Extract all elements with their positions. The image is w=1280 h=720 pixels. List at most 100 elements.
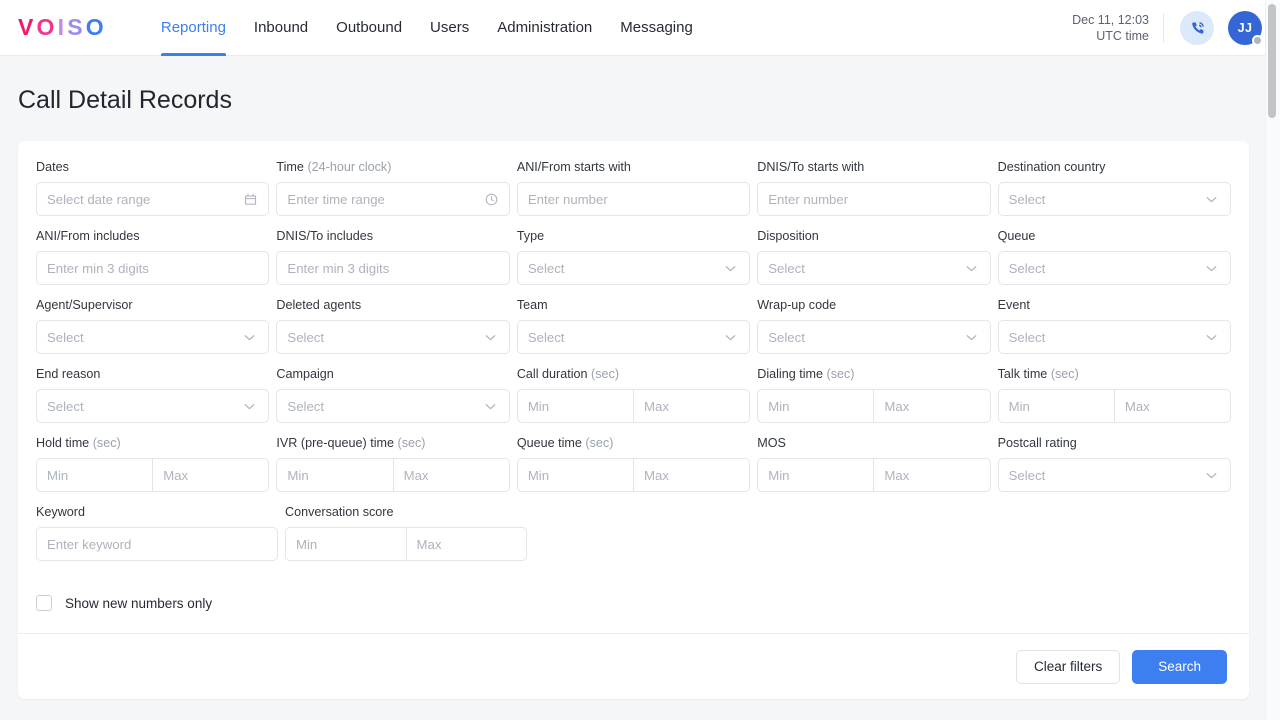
clear-filters-button[interactable]: Clear filters <box>1015 649 1121 684</box>
hold-time-min-input[interactable]: Min <box>36 458 153 492</box>
chevron-down-icon[interactable] <box>963 329 980 346</box>
range-control-queue-time: Min Max <box>516 458 751 492</box>
event-select[interactable]: Select <box>997 320 1232 354</box>
range-control-conversation-score: Min Max <box>285 527 527 561</box>
ani-from-includes-input[interactable]: Enter min 3 digits <box>36 251 270 285</box>
chevron-down-icon[interactable] <box>1203 260 1220 277</box>
nav-item-inbound[interactable]: Inbound <box>254 0 308 56</box>
dnis-to-includes-input[interactable]: Enter min 3 digits <box>276 251 510 285</box>
chevron-down-icon[interactable] <box>722 329 739 346</box>
mos-max-input[interactable]: Max <box>873 458 991 492</box>
agent-supervisor-select[interactable]: Select <box>36 320 270 354</box>
clock-icon[interactable] <box>484 192 499 207</box>
show-new-numbers-only-label[interactable]: Show new numbers only <box>65 596 212 611</box>
filter-row: Keyword Enter keyword Conversation score Mi… <box>36 504 1231 573</box>
filter-label-text: IVR (pre-queue) time <box>276 436 394 450</box>
type-select[interactable]: Select <box>516 251 751 285</box>
filter-row: End reason Select Campaign Select Call durat… <box>36 366 1232 435</box>
call-duration-min-input[interactable]: Min <box>516 389 634 423</box>
filter-field-end-reason: End reason Select <box>36 366 270 423</box>
campaign-select[interactable]: Select <box>276 389 510 423</box>
deleted-agents-select[interactable]: Select <box>276 320 510 354</box>
queue-select[interactable]: Select <box>997 251 1232 285</box>
filter-label-text: Dialing time <box>757 367 824 381</box>
logo-letter-2: I <box>57 14 68 40</box>
voiso-logo[interactable]: VOISO <box>18 14 107 41</box>
page-scrollbar[interactable] <box>1265 0 1280 720</box>
end-reason-placeholder: Select <box>47 398 84 414</box>
chevron-down-icon[interactable] <box>722 260 739 277</box>
utc-clock: Dec 11, 12:03 UTC time <box>1072 12 1149 44</box>
chevron-down-icon[interactable] <box>482 329 499 346</box>
filter-row: Hold time (sec) Min Max IVR (pre-queue) tim… <box>36 435 1232 504</box>
ivr-time-min-input[interactable]: Min <box>276 458 393 492</box>
mos-min-input[interactable]: Min <box>757 458 874 492</box>
nav-item-outbound[interactable]: Outbound <box>336 0 402 56</box>
filter-field-talk-time: Talk time (sec) Min Max <box>997 366 1232 423</box>
wrap-up-code-select[interactable]: Select <box>757 320 991 354</box>
ivr-time-max-input[interactable]: Max <box>392 458 510 492</box>
avatar[interactable]: JJ <box>1228 11 1263 46</box>
talk-time-max-input[interactable]: Max <box>1113 389 1232 423</box>
queue-time-min-input[interactable]: Min <box>516 458 634 492</box>
ani-from-starts-with-input[interactable]: Enter number <box>516 182 751 216</box>
show-new-numbers-only-checkbox[interactable] <box>36 595 52 611</box>
queue-placeholder: Select <box>1008 260 1046 276</box>
filter-label-text: Wrap-up code <box>757 298 837 312</box>
chevron-down-icon[interactable] <box>1203 191 1220 208</box>
filter-field-dates: Dates Select date range <box>36 159 270 216</box>
range-control-dialing-time: Min Max <box>757 389 991 423</box>
chevron-down-icon[interactable] <box>241 398 258 415</box>
page-scrollbar-thumb[interactable] <box>1268 4 1276 118</box>
queue-time-max-input[interactable]: Max <box>633 458 751 492</box>
filter-field-queue-time: Queue time (sec) Min Max <box>516 435 751 492</box>
nav-item-users[interactable]: Users <box>430 0 469 56</box>
time-input[interactable]: Enter time range <box>276 182 510 216</box>
avatar-initials: JJ <box>1237 21 1253 35</box>
chevron-down-icon[interactable] <box>482 398 499 415</box>
phone-call-icon[interactable] <box>1180 11 1214 45</box>
filter-label-text: Hold time <box>36 436 90 450</box>
calendar-icon[interactable] <box>243 192 258 207</box>
postcall-rating-placeholder: Select <box>1008 467 1046 483</box>
search-button[interactable]: Search <box>1132 649 1227 684</box>
disposition-select[interactable]: Select <box>757 251 991 285</box>
filter-label-text: Dates <box>36 160 69 174</box>
chevron-down-icon[interactable] <box>1203 329 1220 346</box>
keyword-input[interactable]: Enter keyword <box>36 527 278 561</box>
chevron-down-icon[interactable] <box>1203 467 1220 484</box>
filter-label-ivr-time: IVR (pre-queue) time (sec) <box>276 435 509 451</box>
conversation-score-min-input[interactable]: Min <box>285 527 406 561</box>
filter-label-text: MOS <box>757 436 786 450</box>
talk-time-min-input[interactable]: Min <box>997 389 1114 423</box>
destination-country-select[interactable]: Select <box>997 182 1232 216</box>
team-select[interactable]: Select <box>516 320 751 354</box>
hold-time-max-input[interactable]: Max <box>152 458 270 492</box>
destination-country-placeholder: Select <box>1008 191 1046 207</box>
nav-item-messaging[interactable]: Messaging <box>620 0 693 56</box>
filter-label-queue-time: Queue time (sec) <box>517 435 750 451</box>
clock-datetime: Dec 11, 12:03 <box>1072 13 1149 27</box>
range-control-call-duration: Min Max <box>516 389 751 423</box>
nav-item-administration[interactable]: Administration <box>497 0 592 56</box>
chevron-down-icon[interactable] <box>241 329 258 346</box>
call-duration-max-input[interactable]: Max <box>633 389 751 423</box>
dates-input[interactable]: Select date range <box>36 182 270 216</box>
dnis-to-starts-with-placeholder: Enter number <box>768 191 849 207</box>
filter-field-dnis-to-includes: DNIS/To includes Enter min 3 digits <box>276 228 510 285</box>
end-reason-select[interactable]: Select <box>36 389 270 423</box>
dialing-time-max-input[interactable]: Max <box>873 389 991 423</box>
dialing-time-min-input[interactable]: Min <box>757 389 874 423</box>
dates-placeholder: Select date range <box>47 191 151 207</box>
conversation-score-max-input[interactable]: Max <box>405 527 527 561</box>
postcall-rating-select[interactable]: Select <box>997 458 1232 492</box>
filter-label-conversation-score: Conversation score <box>285 504 527 520</box>
nav-item-reporting[interactable]: Reporting <box>160 0 226 56</box>
filter-label-unit: (sec) <box>92 436 121 450</box>
ivr-time-min-placeholder: Min <box>287 467 309 483</box>
filter-label-text: End reason <box>36 367 101 381</box>
dnis-to-starts-with-input[interactable]: Enter number <box>757 182 991 216</box>
chevron-down-icon[interactable] <box>963 260 980 277</box>
call-duration-max-placeholder: Max <box>644 398 669 414</box>
type-placeholder: Select <box>527 260 565 276</box>
